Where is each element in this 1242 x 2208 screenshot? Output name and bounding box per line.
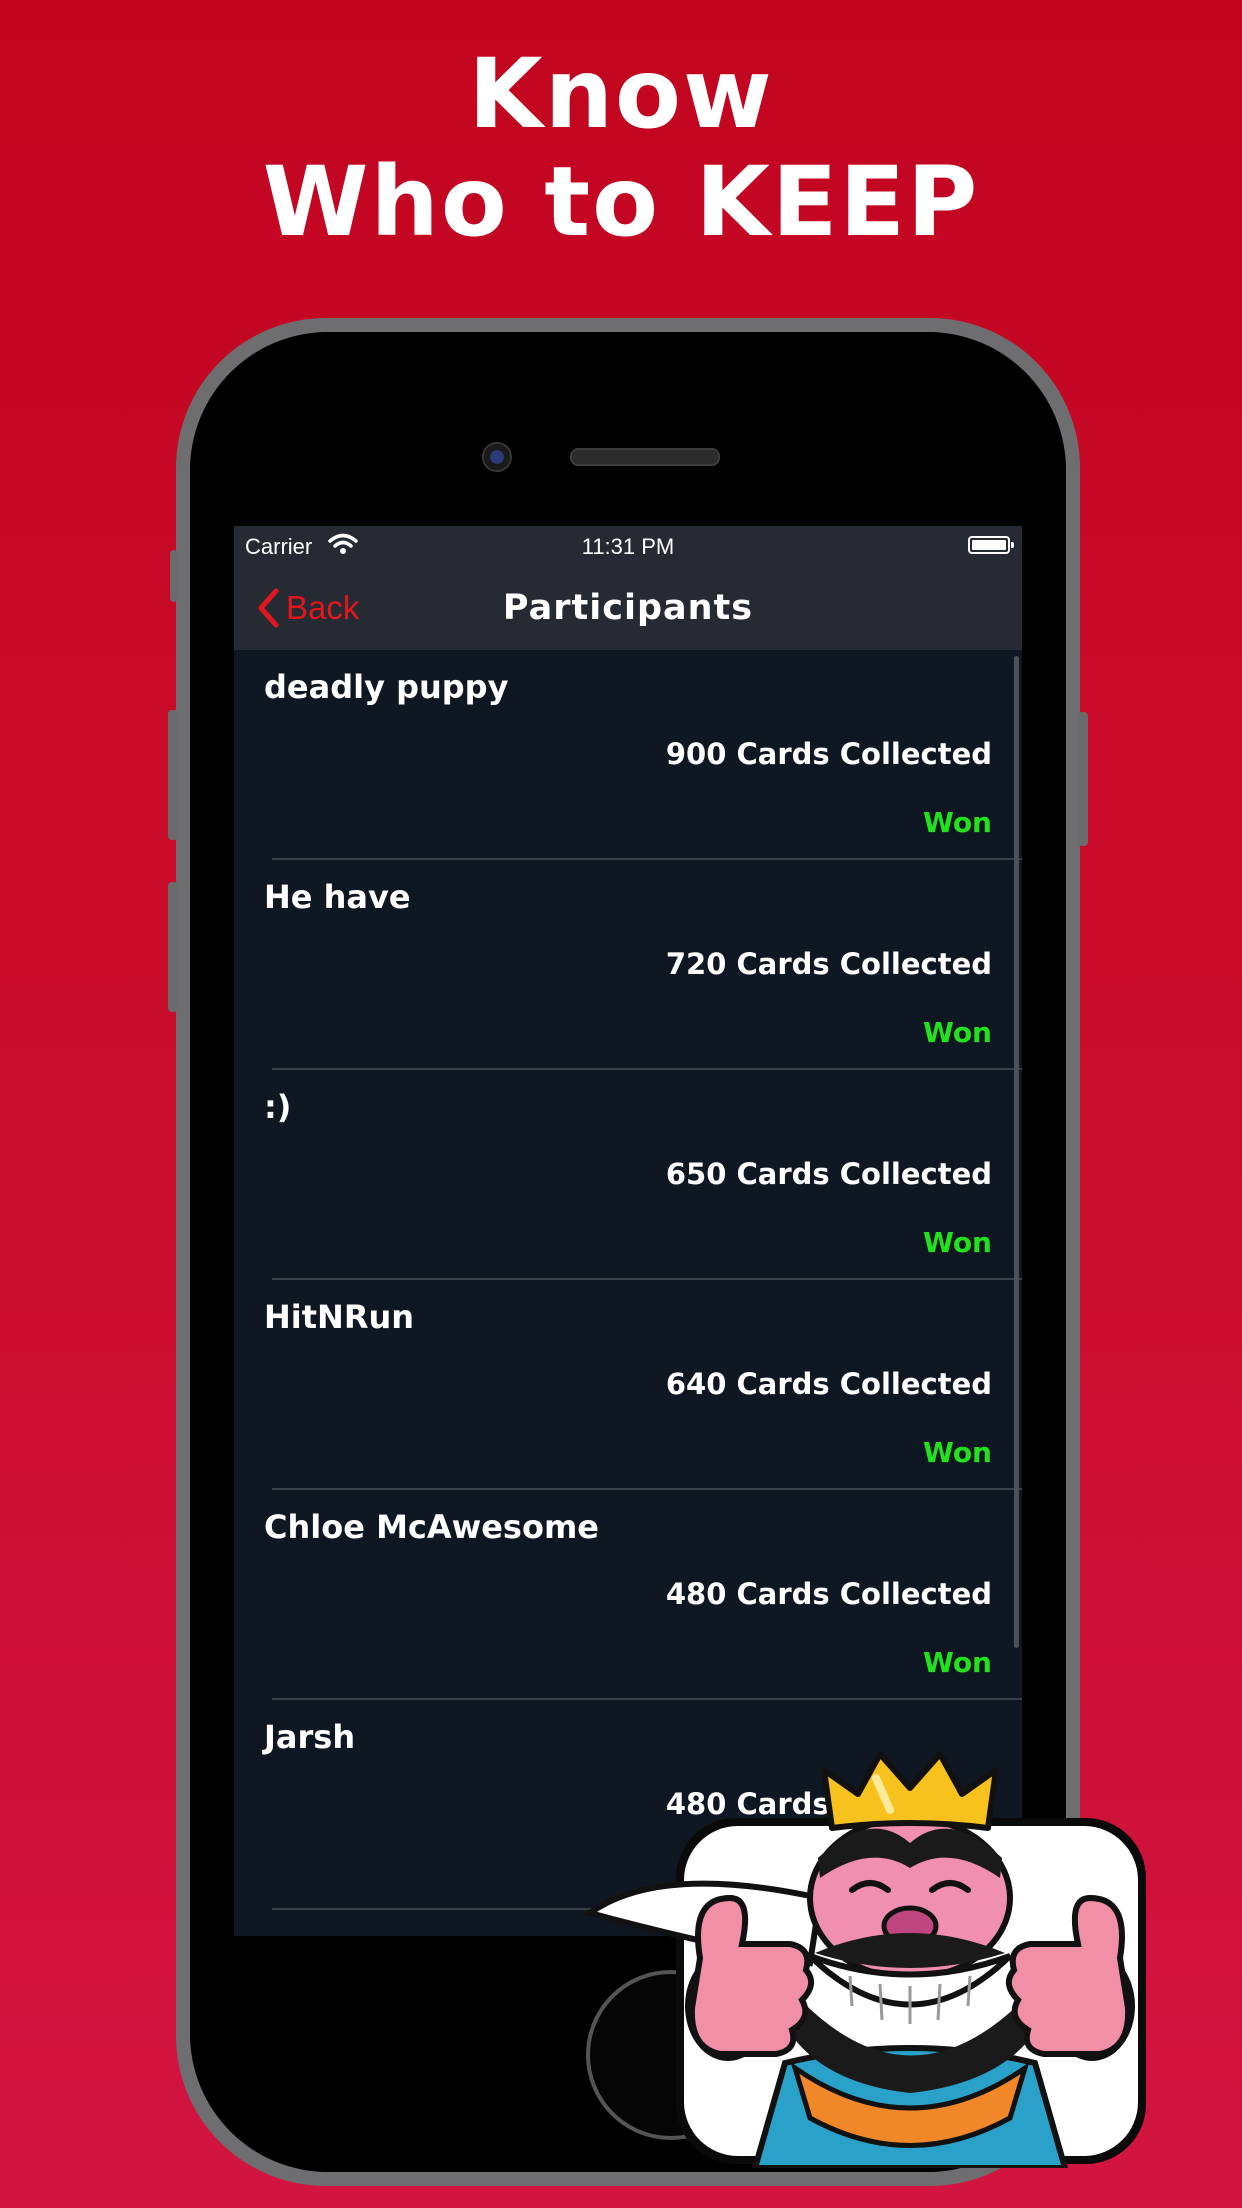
headline-line-1: Know — [468, 38, 774, 150]
battery-icon — [968, 536, 1014, 554]
result-badge: Won — [922, 1226, 992, 1259]
cards-collected: 480 Cards Collected — [665, 1577, 992, 1611]
participant-row[interactable]: deadly puppy 900 Cards Collected Won — [234, 650, 1022, 860]
side-button-volume-down — [168, 882, 178, 1012]
headline-line-2: Who to KEEP — [262, 146, 980, 258]
scrollbar[interactable] — [1014, 656, 1019, 1648]
participant-name: Jarsh — [264, 1718, 356, 1756]
side-button-volume-up — [168, 710, 178, 840]
cards-collected: 720 Cards Collected — [665, 947, 992, 981]
result-badge: Won — [922, 806, 992, 839]
status-bar: Carrier 11:31 PM — [234, 526, 1022, 566]
page-title: Participants — [502, 588, 754, 628]
participant-name: HitNRun — [264, 1298, 415, 1336]
participant-row[interactable]: :) 650 Cards Collected Won — [234, 1070, 1022, 1280]
participant-name: deadly puppy — [264, 668, 509, 706]
participant-name: Chloe McAwesome — [264, 1508, 599, 1546]
cards-collected: 900 Cards Collected — [665, 737, 992, 771]
side-button-mute — [170, 550, 178, 602]
result-badge: Won — [922, 1016, 992, 1049]
app-screen: Carrier 11:31 PM Back Participants deadl… — [234, 526, 1022, 1936]
participant-row[interactable]: Chloe McAwesome 480 Cards Collected Won — [234, 1490, 1022, 1700]
earpiece-speaker — [570, 448, 720, 466]
participant-name: :) — [264, 1088, 292, 1126]
headline: Know Who to KEEP — [0, 40, 1242, 256]
side-button-power — [1078, 712, 1088, 846]
front-camera — [482, 442, 512, 472]
navigation-bar: Back Participants — [234, 566, 1022, 650]
participant-row[interactable]: He have 720 Cards Collected Won — [234, 860, 1022, 1070]
participant-row[interactable]: HitNRun 640 Cards Collected Won — [234, 1280, 1022, 1490]
cards-collected: 650 Cards Collected — [665, 1157, 992, 1191]
cards-collected: 640 Cards Collected — [665, 1367, 992, 1401]
status-time: 11:31 PM — [581, 534, 675, 559]
result-badge: Won — [922, 1646, 992, 1679]
king-thumbs-up-emote — [583, 1751, 1146, 2168]
participants-list: deadly puppy 900 Cards Collected Won He … — [234, 650, 1022, 1910]
result-badge: Won — [922, 1436, 992, 1469]
participant-name: He have — [264, 878, 411, 916]
